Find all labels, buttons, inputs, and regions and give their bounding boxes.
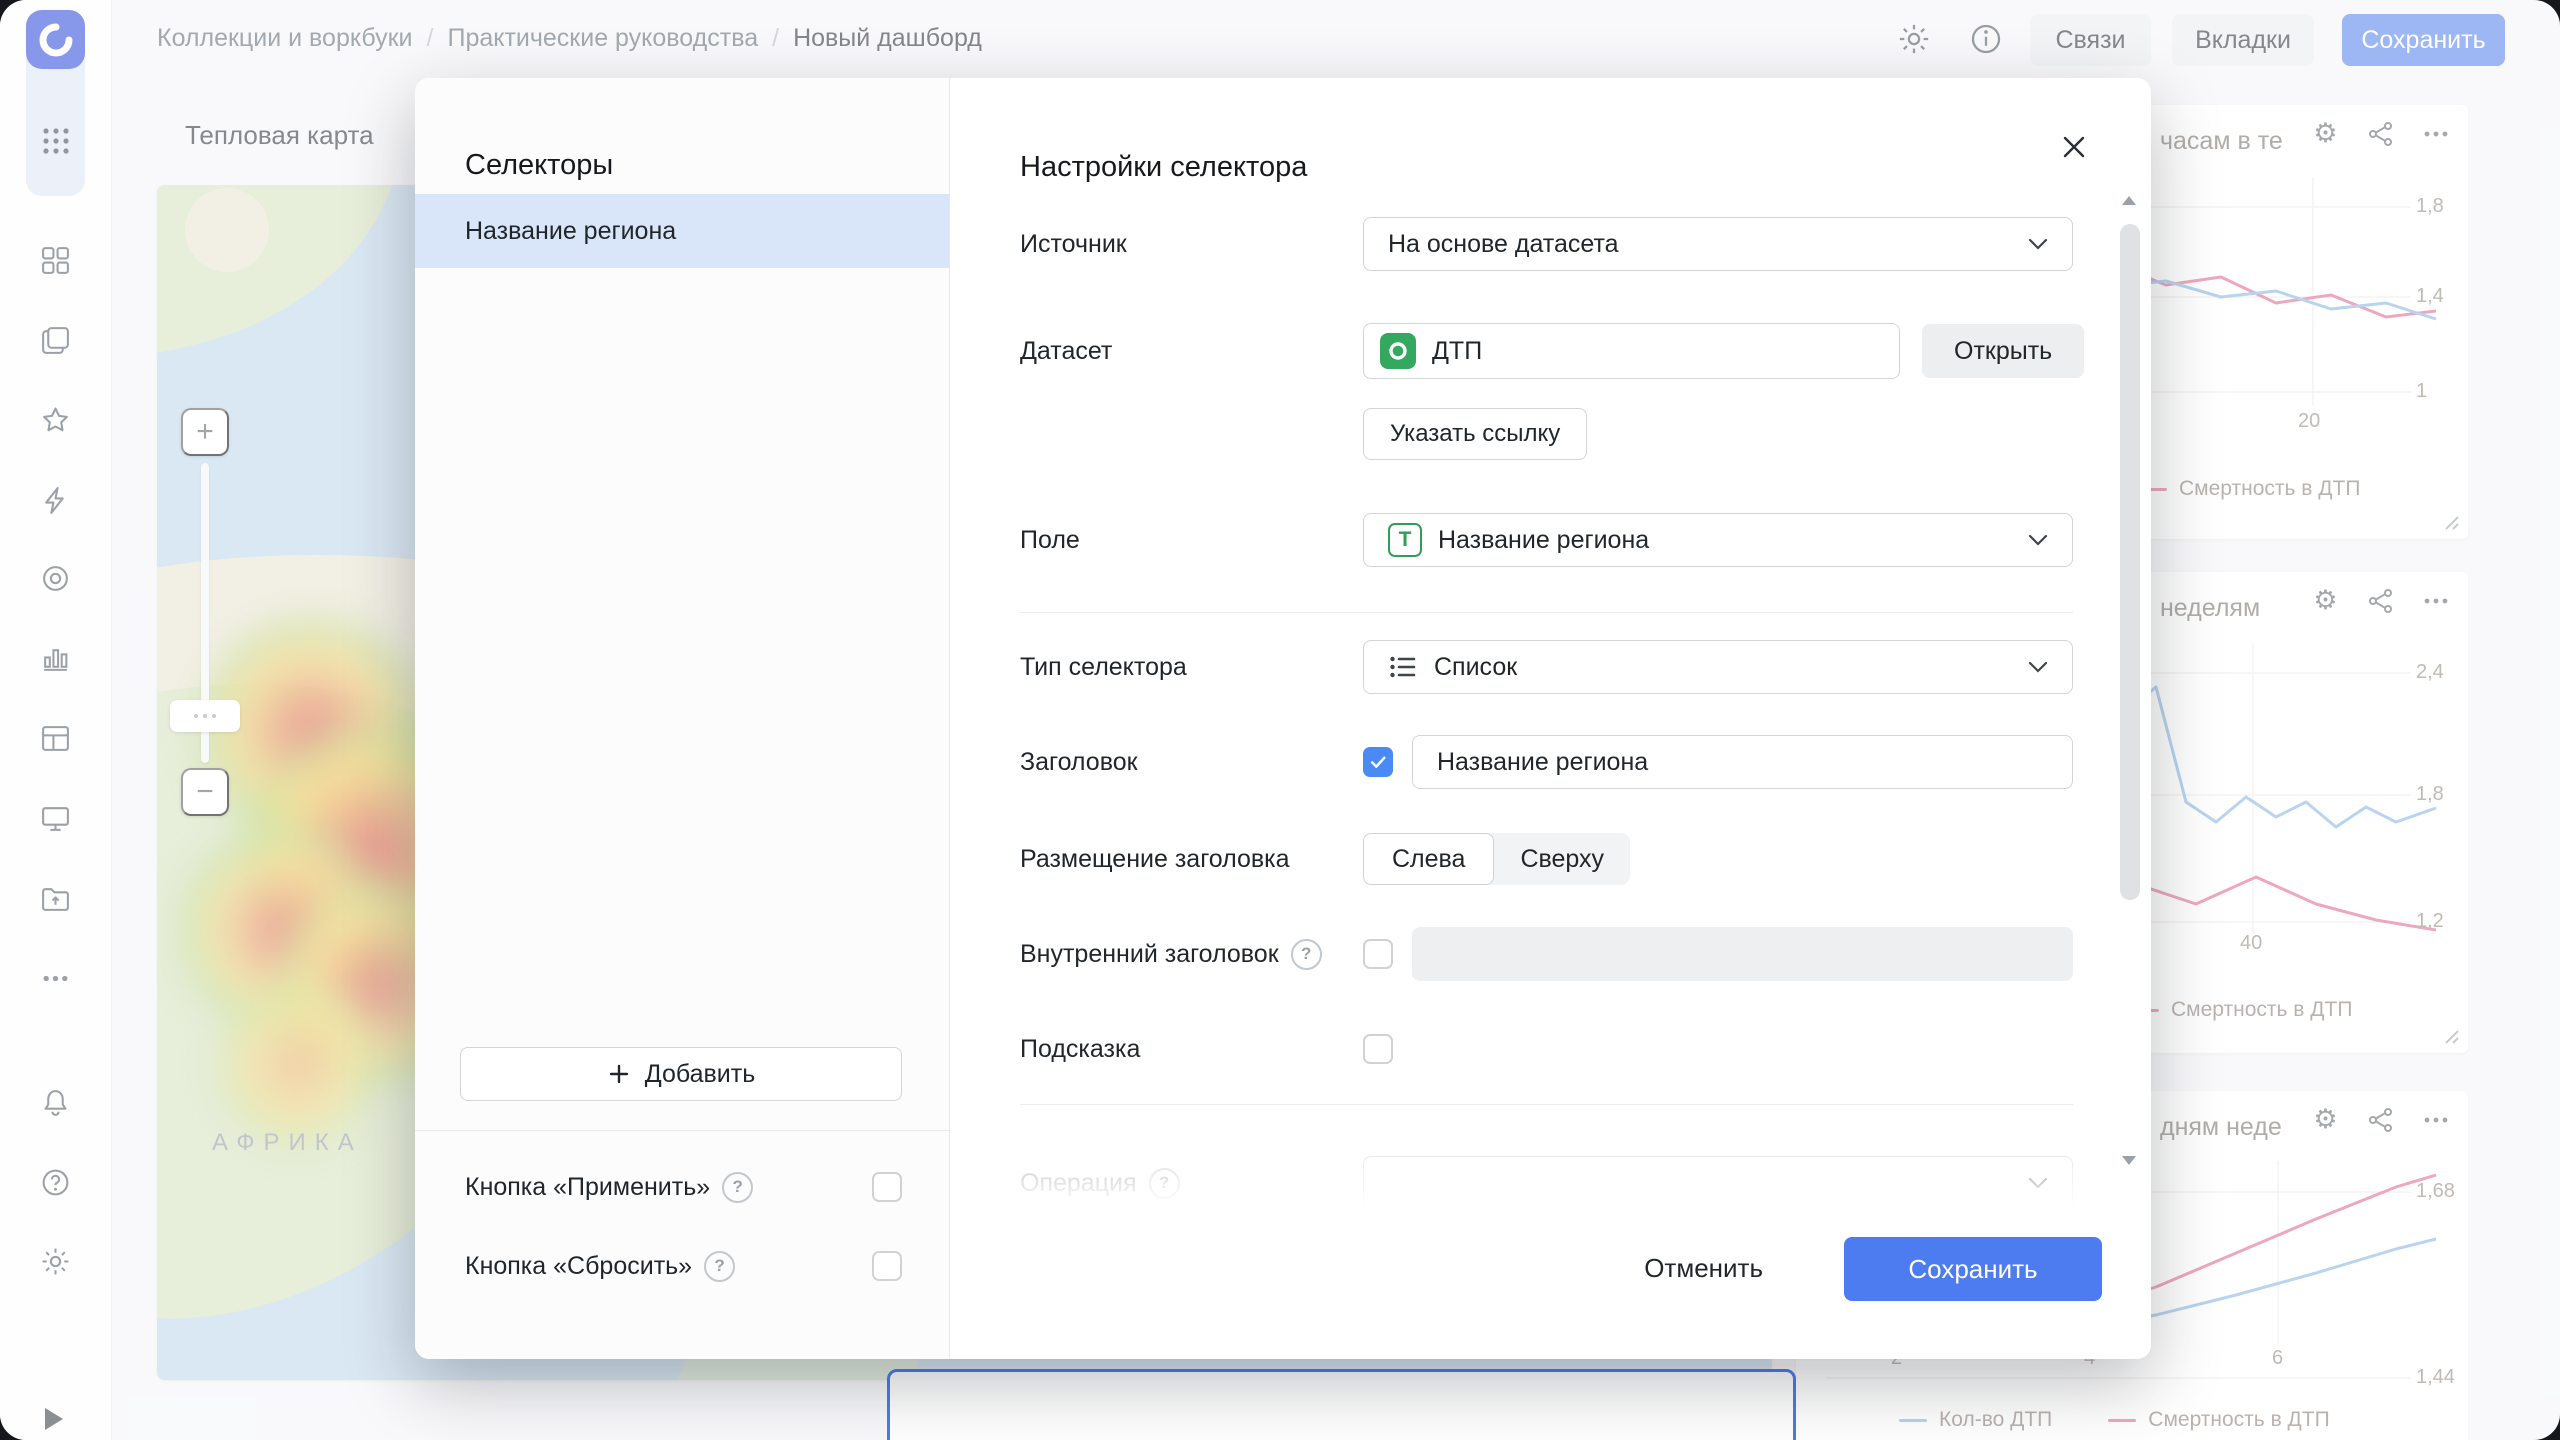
add-selector-button[interactable]: Добавить bbox=[460, 1047, 902, 1101]
reset-button-row: Кнопка «Сбросить» ? bbox=[415, 1242, 949, 1290]
dataset-label: Датасет bbox=[1020, 337, 1363, 366]
hint-checkbox[interactable] bbox=[1363, 1034, 1393, 1064]
placement-option-left[interactable]: Слева bbox=[1363, 833, 1494, 885]
dialog-save-button[interactable]: Сохранить bbox=[1844, 1237, 2102, 1301]
apply-button-label: Кнопка «Применить» bbox=[465, 1173, 710, 1202]
help-question-icon[interactable]: ? bbox=[722, 1172, 753, 1203]
plus-icon bbox=[607, 1062, 631, 1086]
selector-settings-panel: Настройки селектора Источник На основе д… bbox=[950, 78, 2151, 1359]
chevron-down-icon bbox=[2028, 1177, 2048, 1189]
scroll-down-arrow-icon[interactable] bbox=[2122, 1156, 2136, 1165]
selectors-list-panel: Селекторы Название региона Добавить Кноп… bbox=[415, 78, 950, 1359]
reset-button-checkbox[interactable] bbox=[872, 1251, 902, 1281]
inner-title-row: Внутренний заголовок ? bbox=[1020, 928, 2073, 980]
app-window: Коллекции и воркбуки / Практические руко… bbox=[0, 0, 2560, 1440]
operation-label: Операция bbox=[1020, 1169, 1137, 1198]
placement-option-top[interactable]: Сверху bbox=[1486, 833, 1630, 885]
chevron-down-icon bbox=[2028, 534, 2048, 546]
selector-list-item[interactable]: Название региона bbox=[415, 194, 949, 268]
reset-button-label: Кнопка «Сбросить» bbox=[465, 1252, 692, 1281]
selector-dialog: Селекторы Название региона Добавить Кноп… bbox=[415, 78, 2151, 1359]
field-select[interactable]: T Название региона bbox=[1363, 513, 2073, 567]
divider bbox=[1020, 612, 2073, 613]
dataset-name: ДТП bbox=[1432, 337, 1482, 366]
source-select[interactable]: На основе датасета bbox=[1363, 217, 2073, 271]
scrollbar-thumb[interactable] bbox=[2120, 224, 2140, 900]
apply-button-checkbox[interactable] bbox=[872, 1172, 902, 1202]
operation-row: Операция ? bbox=[1020, 1156, 2073, 1210]
heading-input[interactable] bbox=[1412, 735, 2073, 789]
operation-select[interactable] bbox=[1363, 1156, 2073, 1210]
source-row: Источник На основе датасета bbox=[1020, 217, 2073, 271]
new-selector-widget[interactable] bbox=[887, 1369, 1796, 1440]
specify-link-button[interactable]: Указать ссылку bbox=[1363, 408, 1587, 460]
help-question-icon[interactable]: ? bbox=[704, 1251, 735, 1282]
divider bbox=[415, 1130, 949, 1131]
chevron-down-icon bbox=[2028, 661, 2048, 673]
placement-segmented-control: Слева Сверху bbox=[1363, 833, 1630, 885]
inner-title-label: Внутренний заголовок bbox=[1020, 940, 1279, 969]
heading-row: Заголовок bbox=[1020, 735, 2073, 789]
dataset-row: Датасет ДТП Открыть bbox=[1020, 323, 2073, 379]
selector-type-label: Тип селектора bbox=[1020, 653, 1363, 682]
open-dataset-button[interactable]: Открыть bbox=[1922, 324, 2084, 378]
list-icon bbox=[1388, 652, 1418, 682]
source-label: Источник bbox=[1020, 230, 1363, 259]
hint-label: Подсказка bbox=[1020, 1035, 1363, 1064]
selector-item-label: Название региона bbox=[465, 217, 676, 246]
cancel-button[interactable]: Отменить bbox=[1608, 1237, 1799, 1299]
chevron-down-icon bbox=[2028, 238, 2048, 250]
settings-title: Настройки селектора bbox=[1020, 151, 1307, 184]
field-label: Поле bbox=[1020, 526, 1363, 555]
selector-type-select[interactable]: Список bbox=[1363, 640, 2073, 694]
heading-label: Заголовок bbox=[1020, 748, 1363, 777]
placement-label: Размещение заголовка bbox=[1020, 845, 1363, 874]
inner-title-input bbox=[1412, 927, 2073, 981]
help-question-icon[interactable]: ? bbox=[1291, 939, 1322, 970]
scroll-up-arrow-icon[interactable] bbox=[2122, 196, 2136, 205]
check-icon bbox=[1368, 752, 1388, 772]
field-row: Поле T Название региона bbox=[1020, 513, 2073, 567]
hint-row: Подсказка bbox=[1020, 1034, 2073, 1064]
close-icon[interactable] bbox=[2053, 126, 2095, 168]
field-type-text-icon: T bbox=[1388, 523, 1422, 557]
dataset-field[interactable]: ДТП bbox=[1363, 323, 1900, 379]
apply-button-row: Кнопка «Применить» ? bbox=[415, 1163, 949, 1211]
help-question-icon[interactable]: ? bbox=[1149, 1168, 1180, 1199]
selector-type-row: Тип селектора Список bbox=[1020, 640, 2073, 694]
inner-title-checkbox[interactable] bbox=[1363, 939, 1393, 969]
heading-checkbox[interactable] bbox=[1363, 747, 1393, 777]
dataset-icon bbox=[1380, 333, 1416, 369]
divider bbox=[1020, 1104, 2073, 1105]
selectors-panel-title: Селекторы bbox=[465, 149, 613, 182]
placement-row: Размещение заголовка Слева Сверху bbox=[1020, 833, 2073, 885]
